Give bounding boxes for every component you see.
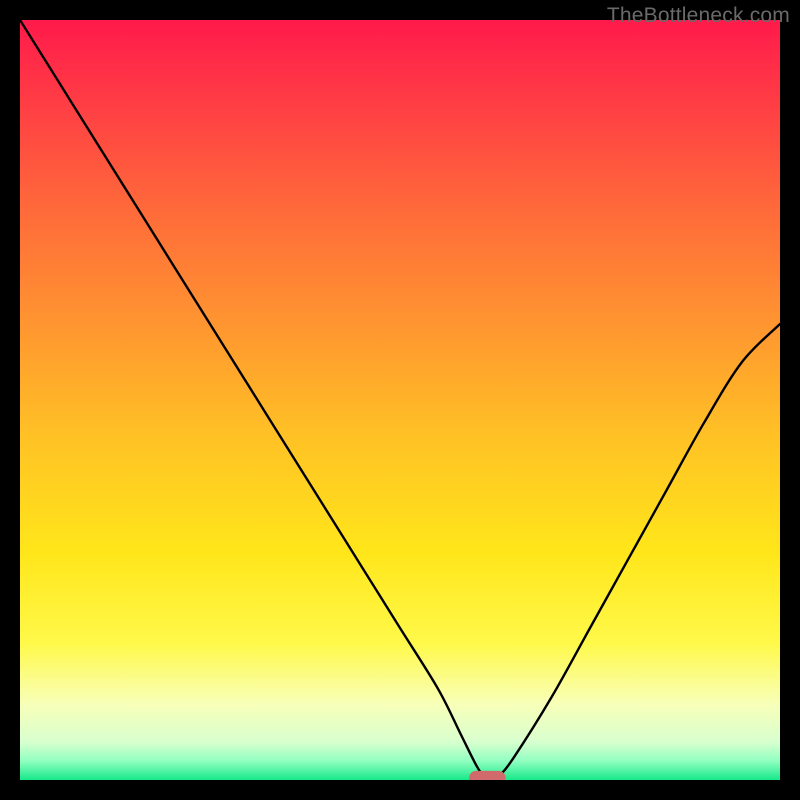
watermark-text: TheBottleneck.com (607, 4, 790, 28)
plot-area (20, 20, 780, 780)
chart-frame: TheBottleneck.com (0, 0, 800, 800)
gradient-background (20, 20, 780, 780)
chart-svg (20, 20, 780, 780)
optimal-marker (469, 771, 505, 780)
